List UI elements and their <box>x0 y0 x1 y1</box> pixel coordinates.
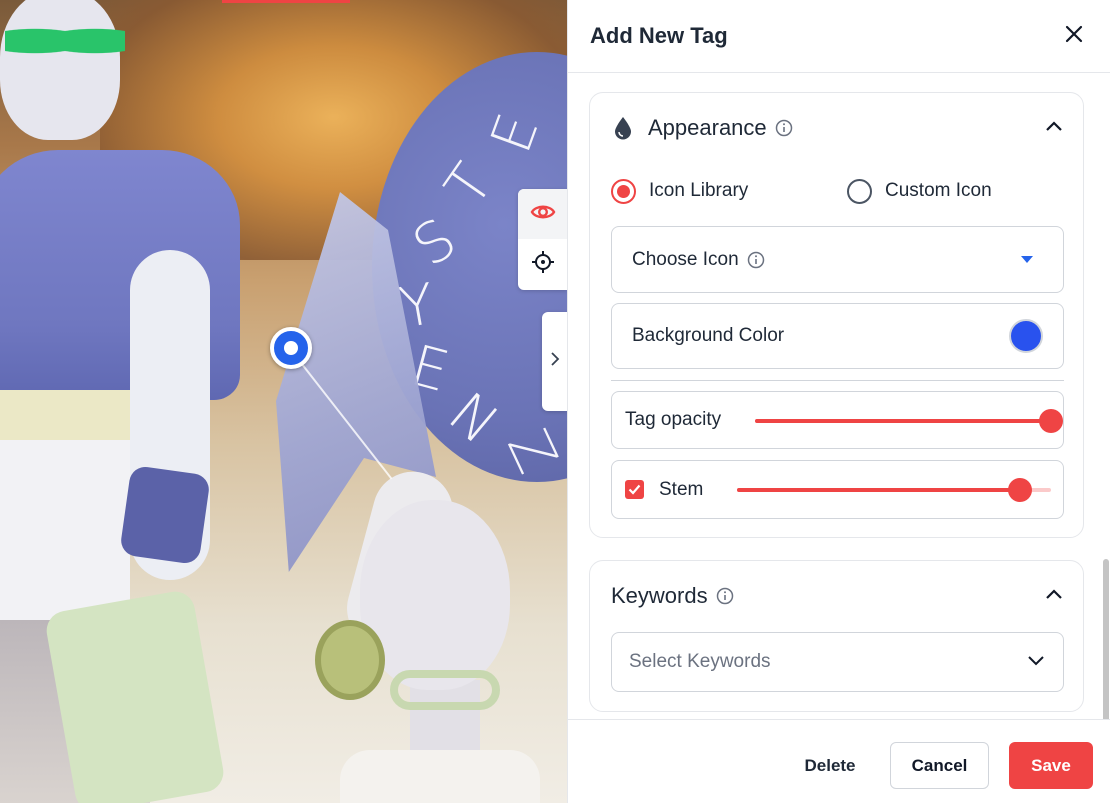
appearance-header[interactable]: Appearance <box>590 113 1083 143</box>
sign-letter: E <box>478 103 553 162</box>
add-tag-panel: Add New Tag Appearance Icon Library Cust… <box>567 0 1110 803</box>
panel-scroll-area[interactable]: Appearance Icon Library Custom Icon Choo… <box>568 73 1110 719</box>
close-icon <box>1065 25 1083 48</box>
tag-hotspot[interactable] <box>270 327 312 369</box>
caret-down-icon <box>1021 256 1033 263</box>
color-swatch[interactable] <box>1009 319 1043 353</box>
background-color-field[interactable]: Background Color <box>611 303 1064 369</box>
radio-indicator-checked <box>611 178 636 204</box>
chevron-up-icon[interactable] <box>1045 587 1063 605</box>
choose-icon-dropdown[interactable]: Choose Icon <box>611 226 1064 293</box>
background-color-label: Background Color <box>632 325 785 346</box>
keywords-header[interactable]: Keywords <box>590 581 1083 611</box>
chevron-up-icon[interactable] <box>1045 119 1063 137</box>
cancel-button[interactable]: Cancel <box>890 742 989 789</box>
slider-thumb[interactable] <box>1039 409 1063 433</box>
crosshair-icon <box>531 250 555 279</box>
close-button[interactable] <box>1060 22 1088 50</box>
info-icon[interactable] <box>775 119 793 137</box>
locate-tool[interactable] <box>518 239 567 289</box>
chevron-down-icon <box>1027 653 1045 671</box>
mannequin-left <box>0 0 250 803</box>
image-viewer[interactable]: E T S Y E N Z <box>0 0 567 803</box>
tag-opacity-label: Tag opacity <box>625 409 722 430</box>
stem-label: Stem <box>659 478 704 500</box>
panel-footer: Delete Cancel Save <box>568 719 1110 803</box>
keywords-select[interactable]: Select Keywords <box>611 632 1064 692</box>
viewer-toolbox <box>518 189 567 290</box>
delete-button[interactable]: Delete <box>789 742 871 789</box>
slider-fill <box>755 419 1051 423</box>
radio-label: Icon Library <box>649 180 749 201</box>
stem-checkbox[interactable] <box>625 480 644 499</box>
radio-indicator <box>847 178 872 204</box>
keywords-placeholder: Select Keywords <box>629 651 771 672</box>
divider <box>611 380 1064 381</box>
sign-letter: S <box>401 205 470 280</box>
save-button[interactable]: Save <box>1009 742 1093 789</box>
chevron-right-icon <box>550 351 560 372</box>
icon-source-radio-group: Icon Library Custom Icon <box>611 177 1031 205</box>
radio-label: Custom Icon <box>885 180 992 201</box>
tag-opacity-field: Tag opacity <box>611 391 1064 449</box>
visibility-toggle[interactable] <box>518 189 567 239</box>
panel-header: Add New Tag <box>568 0 1110 73</box>
mannequin-right <box>315 462 560 803</box>
appearance-title: Appearance <box>648 115 767 140</box>
stem-field: Stem <box>611 460 1064 519</box>
panel-title: Add New Tag <box>590 23 728 48</box>
keywords-section: Keywords Select Keywords <box>589 560 1084 712</box>
eye-icon <box>530 202 556 227</box>
slider-fill <box>737 488 1020 492</box>
stem-slider[interactable] <box>737 478 1051 502</box>
info-icon[interactable] <box>747 251 765 269</box>
expand-panel-button[interactable] <box>542 312 567 411</box>
slider-thumb[interactable] <box>1007 478 1032 502</box>
keywords-title: Keywords <box>611 583 708 608</box>
tag-opacity-slider[interactable] <box>755 409 1063 433</box>
appearance-section: Appearance Icon Library Custom Icon Choo… <box>589 92 1084 538</box>
sign-letter: T <box>433 151 508 218</box>
choose-icon-label: Choose Icon <box>632 248 739 270</box>
radio-icon-library[interactable]: Icon Library <box>611 178 749 204</box>
radio-custom-icon[interactable]: Custom Icon <box>847 178 992 204</box>
info-icon[interactable] <box>716 587 734 605</box>
droplet-icon <box>614 116 632 140</box>
scrollbar[interactable] <box>1103 559 1109 719</box>
